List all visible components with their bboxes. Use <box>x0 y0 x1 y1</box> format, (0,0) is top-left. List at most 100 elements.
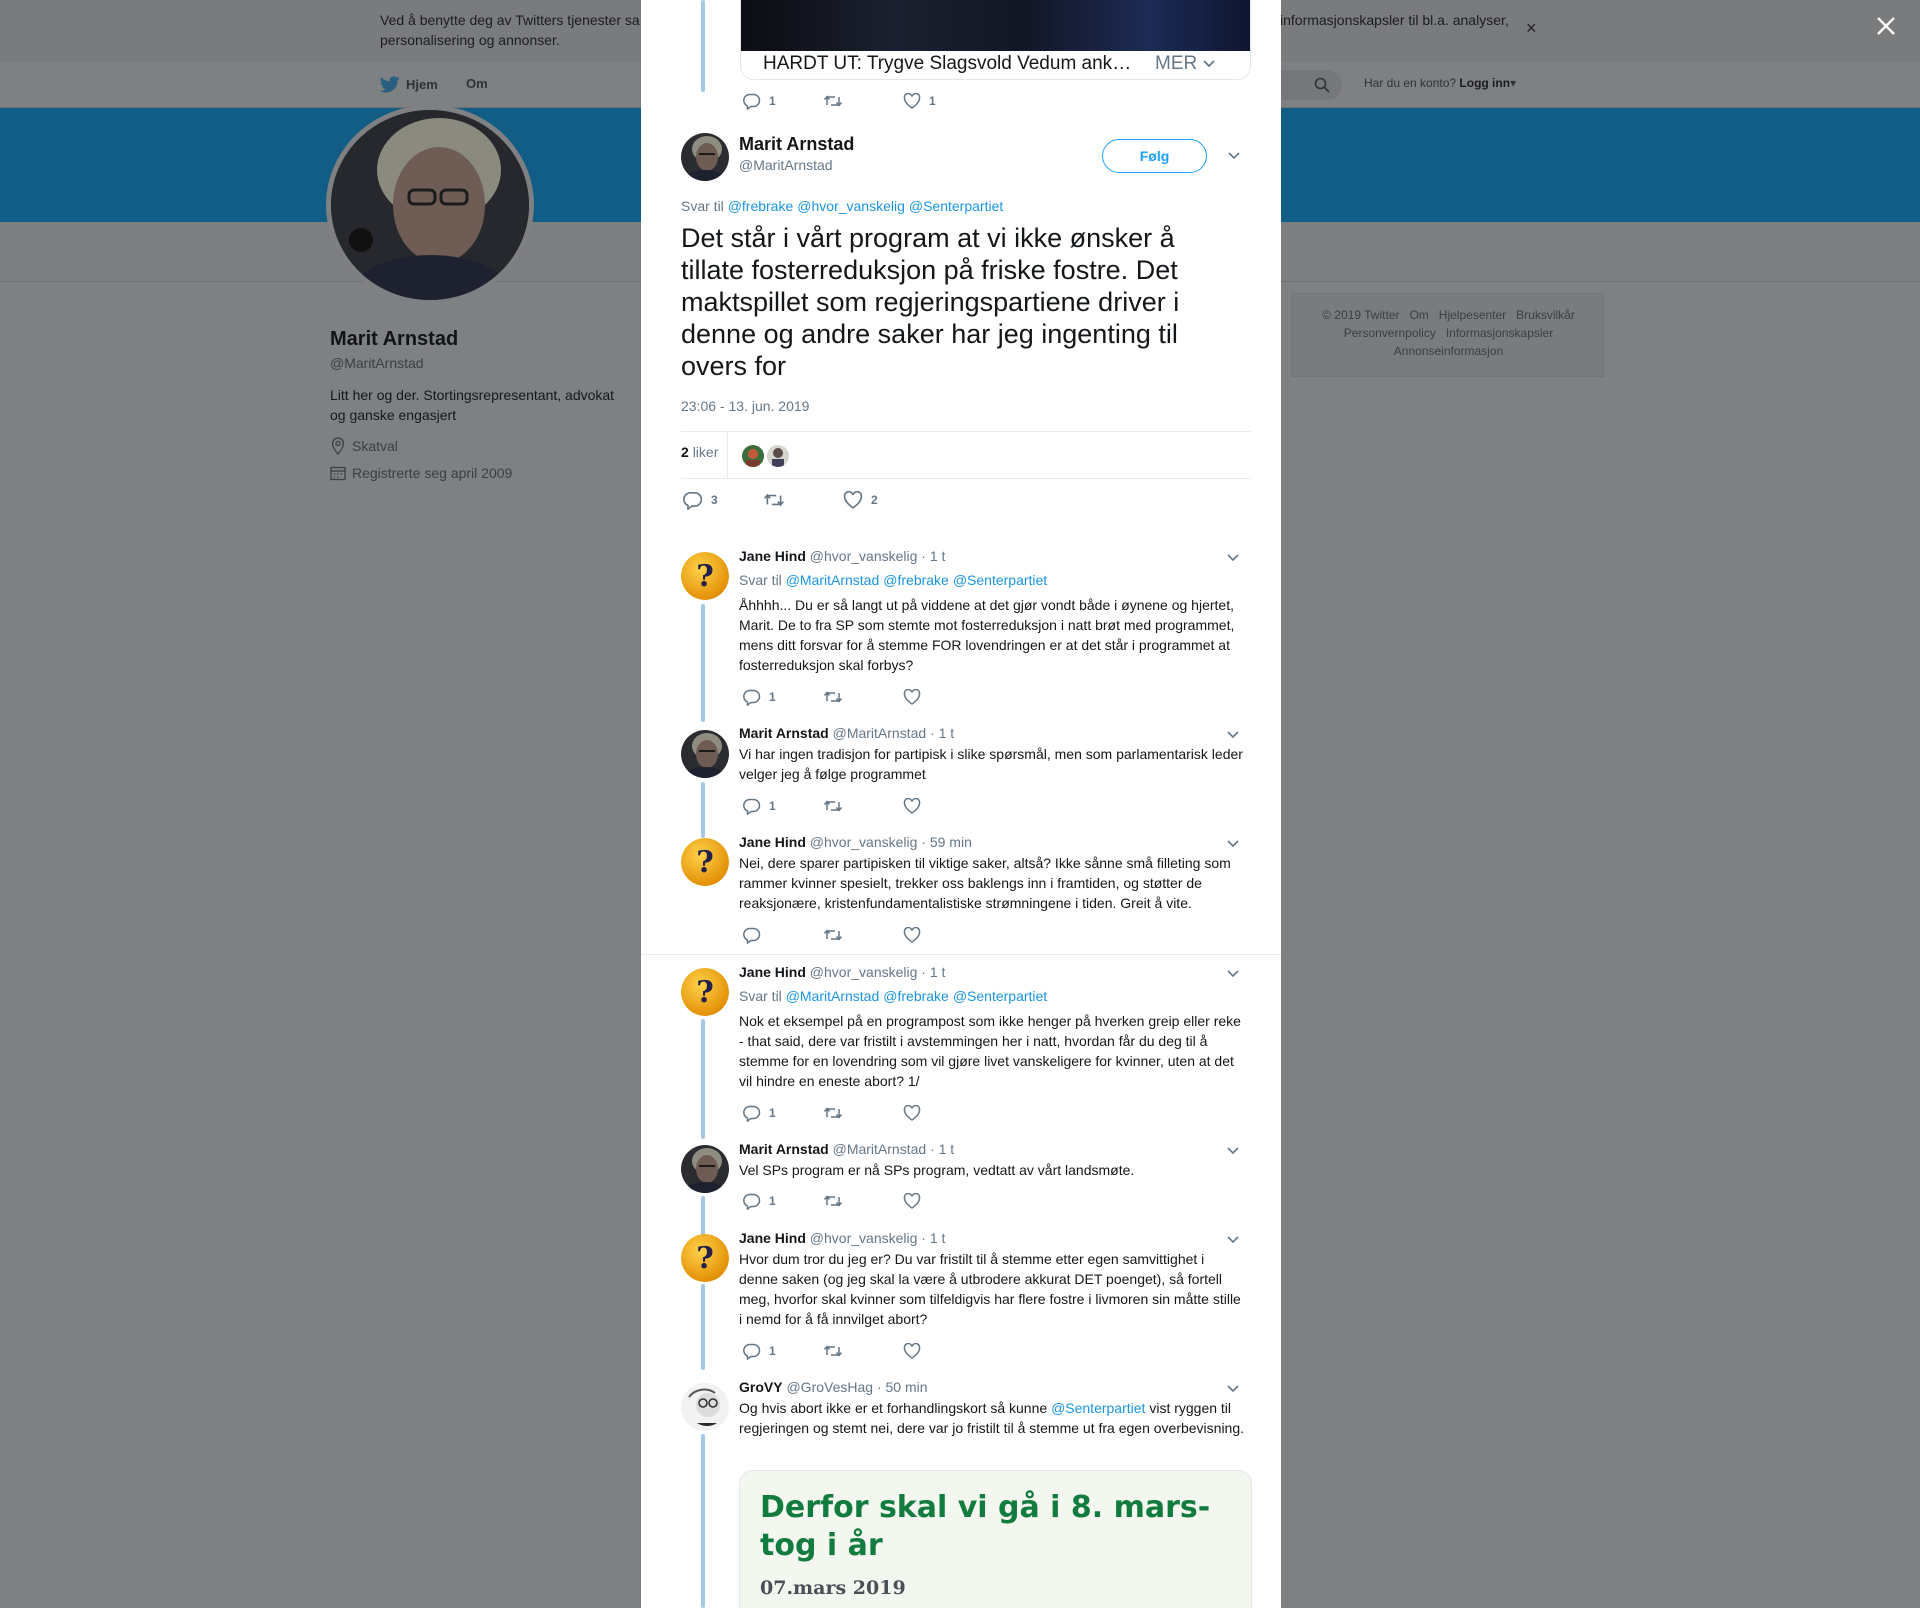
retweet-button[interactable] <box>823 1193 903 1209</box>
like-button[interactable] <box>903 1343 983 1359</box>
reply-time[interactable]: · 1 t <box>921 548 945 564</box>
liker-avatar[interactable] <box>742 445 764 467</box>
chevron-down-icon[interactable] <box>1226 1384 1240 1394</box>
mention-link[interactable]: @frebrake <box>728 198 794 214</box>
footer-link-help[interactable]: Hjelpesenter <box>1439 308 1506 322</box>
question-avatar[interactable]: ? <box>681 968 729 1016</box>
chevron-down-icon[interactable] <box>1227 151 1241 161</box>
reply-author-name[interactable]: Jane Hind <box>739 1230 806 1246</box>
mention-link[interactable]: @Senterpartiet <box>909 198 1003 214</box>
like-button[interactable]: 2 <box>843 491 923 509</box>
liker-avatar[interactable] <box>767 445 789 467</box>
close-icon[interactable] <box>1872 12 1900 40</box>
footer-link-privacy[interactable]: Personvernpolicy <box>1344 326 1436 340</box>
reply-button[interactable]: 1 <box>743 1192 823 1210</box>
chevron-down-icon[interactable] <box>1226 553 1240 563</box>
reply-button[interactable] <box>743 926 823 944</box>
heart-icon <box>903 1343 921 1359</box>
card-more-button[interactable]: MER <box>1155 53 1215 75</box>
reply-author-handle[interactable]: @hvor_vanskelig <box>810 1230 918 1246</box>
link-preview-card[interactable]: Derfor skal vi gå i 8. mars-tog i år 07.… <box>739 1470 1252 1608</box>
retweet-button[interactable] <box>823 927 903 943</box>
retweet-button[interactable] <box>763 491 843 509</box>
reply-author-handle[interactable]: @MaritArnstad <box>833 1141 927 1157</box>
reply-time[interactable]: · 50 min <box>877 1379 928 1395</box>
nav-home[interactable]: Hjem <box>380 76 438 93</box>
mention-link[interactable]: @Senterpartiet <box>1051 1400 1145 1416</box>
reply-author-handle[interactable]: @hvor_vanskelig <box>810 834 918 850</box>
nav-about[interactable]: Om <box>466 76 488 91</box>
chevron-down-icon[interactable] <box>1226 839 1240 849</box>
reply-context: Svar til @MaritArnstad @frebrake @Senterpa… <box>739 988 1051 1004</box>
like-count: 1 <box>929 94 936 108</box>
reply-author-handle[interactable]: @MaritArnstad <box>833 725 927 741</box>
reply-button[interactable]: 1 <box>743 688 823 706</box>
reply-author-name[interactable]: Jane Hind <box>739 548 806 564</box>
question-avatar[interactable]: ? <box>681 838 729 886</box>
mention-link[interactable]: @Senterpartiet <box>953 572 1047 588</box>
question-avatar[interactable]: ? <box>681 1234 729 1282</box>
reply-author-name[interactable]: Jane Hind <box>739 964 806 980</box>
mention-link[interactable]: @MaritArnstad <box>786 572 880 588</box>
author-avatar[interactable] <box>681 133 729 181</box>
reply-author-handle[interactable]: @GroVesHag <box>786 1379 873 1395</box>
reply-author-handle[interactable]: @hvor_vanskelig <box>810 548 918 564</box>
question-avatar[interactable]: ? <box>681 552 729 600</box>
reply-time[interactable]: · 1 t <box>921 1230 945 1246</box>
tweet-timestamp[interactable]: 23:06 - 13. jun. 2019 <box>681 398 809 414</box>
reply-author-name[interactable]: GroVY <box>739 1379 783 1395</box>
retweet-button[interactable] <box>823 1343 903 1359</box>
like-button[interactable] <box>903 689 983 705</box>
mention-link[interactable]: @frebrake <box>883 988 949 1004</box>
follow-button[interactable]: Følg <box>1102 139 1207 173</box>
reply-header: Marit Arnstad @MaritArnstad · 1 t <box>739 1141 954 1157</box>
cookie-close-button[interactable]: × <box>1526 18 1537 39</box>
like-button[interactable]: 1 <box>903 93 983 109</box>
retweet-button[interactable] <box>823 93 903 109</box>
footer-link-ads[interactable]: Annonseinformasjon <box>1394 344 1503 358</box>
reply-author-name[interactable]: Jane Hind <box>739 834 806 850</box>
thread-line <box>701 1196 705 1236</box>
chevron-down-icon[interactable] <box>1226 730 1240 740</box>
like-button[interactable] <box>903 1105 983 1121</box>
retweet-button[interactable] <box>823 1105 903 1121</box>
author-avatar[interactable] <box>681 1145 729 1193</box>
reply-time[interactable]: · 59 min <box>921 834 972 850</box>
author-name[interactable]: Marit Arnstad <box>739 134 854 155</box>
author-handle[interactable]: @MaritArnstad <box>739 157 833 173</box>
profile-avatar[interactable] <box>326 105 534 305</box>
reply-author-handle[interactable]: @hvor_vanskelig <box>810 964 918 980</box>
reply-time[interactable]: · 1 t <box>921 964 945 980</box>
login-link[interactable]: Logg inn <box>1459 76 1510 90</box>
reply-button[interactable]: 1 <box>743 797 823 815</box>
reply-button[interactable]: 3 <box>683 490 763 510</box>
footer-link-cookies[interactable]: Informasjonskapsler <box>1446 326 1553 340</box>
reply-author-name[interactable]: Marit Arnstad <box>739 1141 829 1157</box>
search-icon[interactable] <box>1314 77 1330 93</box>
mention-link[interactable]: @hvor_vanskelig <box>797 198 905 214</box>
reply-button[interactable]: 1 <box>743 1342 823 1360</box>
footer-line-2: Personvernpolicy Informasjonskapsler <box>1292 326 1605 340</box>
author-avatar[interactable] <box>681 1383 729 1431</box>
reply-author-name[interactable]: Marit Arnstad <box>739 725 829 741</box>
chevron-down-icon[interactable] <box>1226 1146 1240 1156</box>
retweet-button[interactable] <box>823 798 903 814</box>
mention-link[interactable]: @MaritArnstad <box>786 988 880 1004</box>
reply-time[interactable]: · 1 t <box>930 725 954 741</box>
mention-link[interactable]: @frebrake <box>883 572 949 588</box>
like-button[interactable] <box>903 798 983 814</box>
footer-link-about[interactable]: Om <box>1409 308 1428 322</box>
reply-time[interactable]: · 1 t <box>930 1141 954 1157</box>
like-button[interactable] <box>903 1193 983 1209</box>
chevron-down-icon[interactable] <box>1226 969 1240 979</box>
retweet-button[interactable] <box>823 689 903 705</box>
mention-link[interactable]: @Senterpartiet <box>953 988 1047 1004</box>
author-avatar[interactable] <box>681 730 729 778</box>
like-button[interactable] <box>903 927 983 943</box>
reply-button[interactable]: 1 <box>743 92 823 110</box>
chevron-down-icon[interactable] <box>1226 1235 1240 1245</box>
footer-link-terms[interactable]: Bruksvilkår <box>1516 308 1575 322</box>
likes-summary[interactable]: 2 liker <box>681 444 718 460</box>
reply-button[interactable]: 1 <box>743 1104 823 1122</box>
link-preview-card[interactable]: HARDT UT: Trygve Slagsvold Vedum ankla… … <box>740 0 1251 80</box>
